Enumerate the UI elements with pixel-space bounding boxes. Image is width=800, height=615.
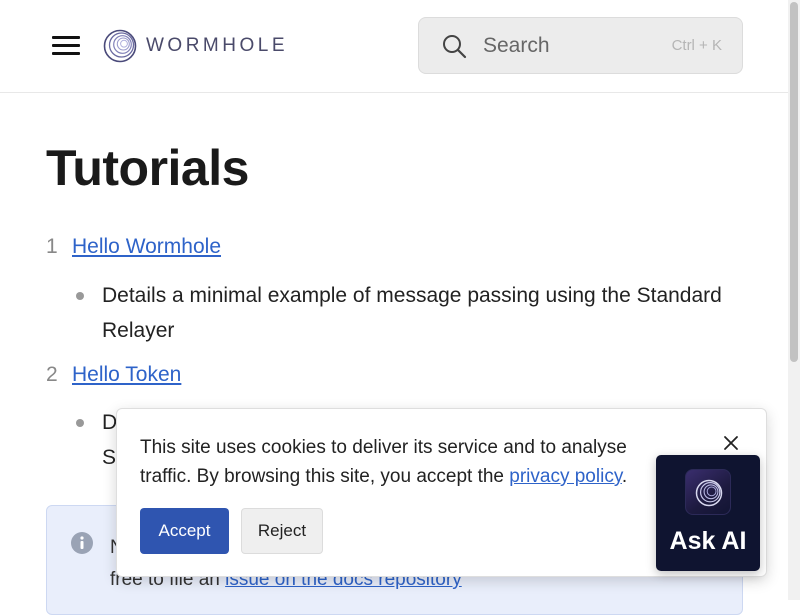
search-box[interactable]: Search Ctrl + K [418, 17, 743, 74]
logo-wordmark: WORMHOLE [146, 35, 288, 56]
ask-ai-label: Ask AI [669, 527, 747, 555]
link-hello-token[interactable]: Hello Token [72, 363, 181, 387]
ask-ai-logo [685, 469, 731, 515]
hamburger-menu-icon[interactable] [52, 36, 80, 58]
wormhole-logo-icon [103, 29, 137, 63]
description-text: Details a minimal example of message pas… [102, 284, 722, 342]
bullet-icon [76, 292, 84, 300]
info-icon [71, 532, 93, 554]
cookie-text-suffix: . [621, 466, 628, 487]
list-number: 2 [46, 363, 58, 386]
bullet-icon [76, 419, 84, 427]
description-text: DS [102, 411, 118, 469]
cookie-message: This site uses cookies to deliver its se… [140, 433, 680, 491]
scrollbar-thumb[interactable] [790, 2, 798, 362]
ask-ai-button[interactable]: Ask AI [656, 455, 760, 571]
list-item-description: Details a minimal example of message pas… [72, 278, 722, 348]
accept-button[interactable]: Accept [140, 508, 229, 554]
list-number: 1 [46, 235, 58, 258]
wormhole-logo[interactable]: WORMHOLE [103, 29, 288, 63]
search-shortcut-hint: Ctrl + K [671, 37, 722, 54]
search-placeholder: Search [483, 33, 550, 57]
top-header: WORMHOLE Search Ctrl + K [0, 0, 788, 93]
privacy-policy-link[interactable]: privacy policy [509, 466, 622, 487]
page-scrollbar[interactable] [788, 0, 800, 600]
page-title: Tutorials [46, 140, 249, 196]
search-icon [443, 34, 467, 58]
link-hello-wormhole[interactable]: Hello Wormhole [72, 235, 221, 259]
wormhole-icon [695, 479, 723, 507]
reject-button[interactable]: Reject [241, 508, 323, 554]
close-icon[interactable] [721, 433, 741, 453]
